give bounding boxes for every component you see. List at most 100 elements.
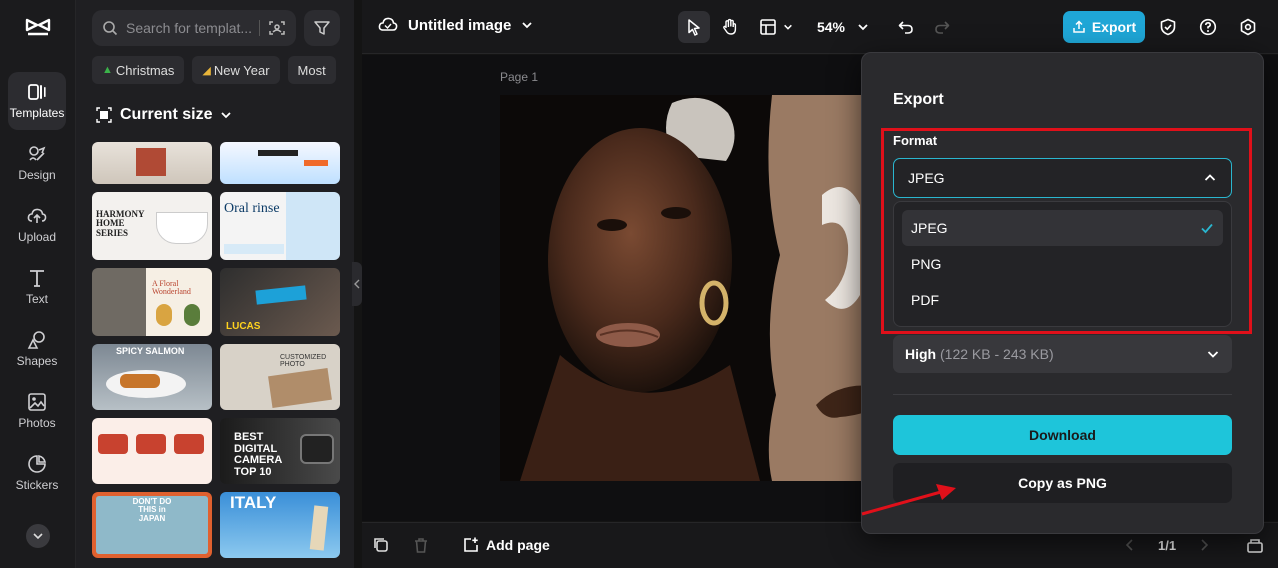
rail-item-templates[interactable]: Templates <box>8 72 66 130</box>
current-size-dropdown[interactable]: Current size <box>96 106 232 124</box>
page-counter: 1/1 <box>1158 538 1177 553</box>
rail-item-shapes[interactable]: Shapes <box>8 320 66 378</box>
export-button[interactable]: Export <box>1063 11 1145 43</box>
template-thumb[interactable] <box>92 418 212 484</box>
thumb-salmon <box>120 374 160 388</box>
resize-icon <box>96 107 112 123</box>
template-thumb[interactable] <box>220 142 340 184</box>
quality-size: (122 KB - 243 KB) <box>940 346 1054 362</box>
template-thumb[interactable]: BEST DIGITAL CAMERA TOP 10 <box>220 418 340 484</box>
settings-button[interactable] <box>1236 11 1260 43</box>
template-search-box <box>92 10 296 46</box>
text-icon <box>30 270 44 287</box>
trash-icon <box>415 538 427 553</box>
rail-item-label: Shapes <box>16 354 58 368</box>
category-chips: ▲ Christmas ◢ New Year Most <box>92 56 354 84</box>
undo-icon <box>898 21 913 34</box>
template-thumb[interactable]: SPICY SALMON <box>92 344 212 410</box>
tree-icon: ▲ <box>102 64 113 76</box>
format-option-png[interactable]: PNG <box>902 246 1223 282</box>
more-tools-button[interactable] <box>26 524 50 548</box>
export-divider <box>893 394 1232 395</box>
shapes-icon <box>27 331 45 349</box>
page-label: Page 1 <box>500 70 539 84</box>
portrait-image <box>500 95 922 481</box>
zoom-dropdown[interactable]: 54% <box>812 11 874 43</box>
export-panel: Export Format JPEG JPEG PNG PDF High (12… <box>861 52 1264 534</box>
chevron-down-icon <box>858 24 868 31</box>
template-thumb[interactable]: HARMONY HOME SERIES <box>92 192 212 260</box>
format-option-pdf[interactable]: PDF <box>902 282 1223 318</box>
template-thumb[interactable]: Oral rinse <box>220 192 340 260</box>
zoom-value: 54% <box>816 19 846 35</box>
rail-item-stickers[interactable]: Stickers <box>8 444 66 502</box>
rail-item-text[interactable]: Text <box>8 258 66 316</box>
chevron-right-icon <box>1201 539 1209 551</box>
rail-item-upload[interactable]: Upload <box>8 196 66 254</box>
pointer-icon <box>688 19 700 36</box>
format-select[interactable]: JPEG <box>893 158 1232 198</box>
app-window: Templates Design Upload Text Shapes Phot… <box>0 0 1278 568</box>
delete-page-button[interactable] <box>412 536 430 559</box>
hand-tool-button[interactable] <box>714 11 746 43</box>
layout-menu-button[interactable] <box>756 11 796 43</box>
stickers-icon <box>28 454 47 473</box>
template-thumb[interactable]: CUSTOMIZED PHOTO <box>220 344 340 410</box>
help-button[interactable] <box>1196 11 1220 43</box>
rail-item-design[interactable]: Design <box>8 134 66 192</box>
thumb-shape <box>98 434 128 454</box>
chevron-left-icon <box>354 279 360 289</box>
prev-page-button[interactable] <box>1124 538 1136 557</box>
document-title-menu[interactable]: Untitled image <box>378 16 533 34</box>
template-thumb[interactable]: A Floral Wonderland <box>92 268 212 336</box>
download-button[interactable]: Download <box>893 415 1232 455</box>
chevron-left-icon <box>1125 539 1133 551</box>
template-thumb[interactable]: LUCAS <box>220 268 340 336</box>
rail-item-label: Design <box>18 168 56 182</box>
copy-as-png-button[interactable]: Copy as PNG <box>893 463 1232 503</box>
next-page-button[interactable] <box>1198 538 1210 557</box>
chip-most[interactable]: Most <box>287 56 336 84</box>
template-thumb[interactable] <box>92 142 212 184</box>
thumb-shape <box>224 244 284 254</box>
filter-button[interactable] <box>304 10 340 46</box>
select-tool-button[interactable] <box>678 11 710 43</box>
redo-button[interactable] <box>930 11 954 43</box>
rail-item-label: Photos <box>18 416 56 430</box>
add-page-button[interactable]: Add page <box>462 536 550 554</box>
thumb-shape <box>304 160 328 166</box>
quality-select[interactable]: High (122 KB - 243 KB) <box>893 335 1232 373</box>
chip-new-year[interactable]: ◢ New Year <box>192 56 280 84</box>
collapse-panel-button[interactable] <box>352 262 362 306</box>
export-icon <box>1073 20 1085 33</box>
checkmark-icon <box>1201 223 1213 234</box>
thumb-shape <box>136 434 166 454</box>
rail-item-label: Text <box>25 292 48 306</box>
photos-icon <box>28 393 46 411</box>
thumb-shape <box>258 150 298 156</box>
chevron-down-icon <box>221 112 232 119</box>
shield-button[interactable] <box>1156 11 1180 43</box>
template-thumb[interactable]: ITALY <box>220 492 340 558</box>
cloud-sync-icon <box>378 17 398 31</box>
undo-button[interactable] <box>894 11 918 43</box>
duplicate-page-button[interactable] <box>372 536 390 559</box>
artboard-portrait-photo[interactable] <box>500 95 922 481</box>
capcut-logo-icon[interactable] <box>24 14 52 40</box>
chevron-down-icon <box>784 24 792 30</box>
format-dropdown-menu: JPEG PNG PDF <box>893 201 1232 327</box>
template-search-input[interactable] <box>126 20 251 36</box>
chip-christmas[interactable]: ▲ Christmas <box>92 56 185 84</box>
rail-item-label: Upload <box>17 230 57 244</box>
layout-icon <box>760 19 776 35</box>
help-icon <box>1199 18 1217 36</box>
chevron-down-icon <box>1207 351 1219 358</box>
format-option-jpeg[interactable]: JPEG <box>902 210 1223 246</box>
rail-item-label: Stickers <box>15 478 59 492</box>
page-panel-button[interactable] <box>1246 536 1264 559</box>
rail-item-photos[interactable]: Photos <box>8 382 66 440</box>
thumb-bathtub <box>156 212 208 244</box>
chevron-down-icon <box>33 533 43 540</box>
template-thumb[interactable]: DON'T DO THIS in JAPAN <box>92 492 212 558</box>
image-search-icon[interactable] <box>268 19 286 37</box>
